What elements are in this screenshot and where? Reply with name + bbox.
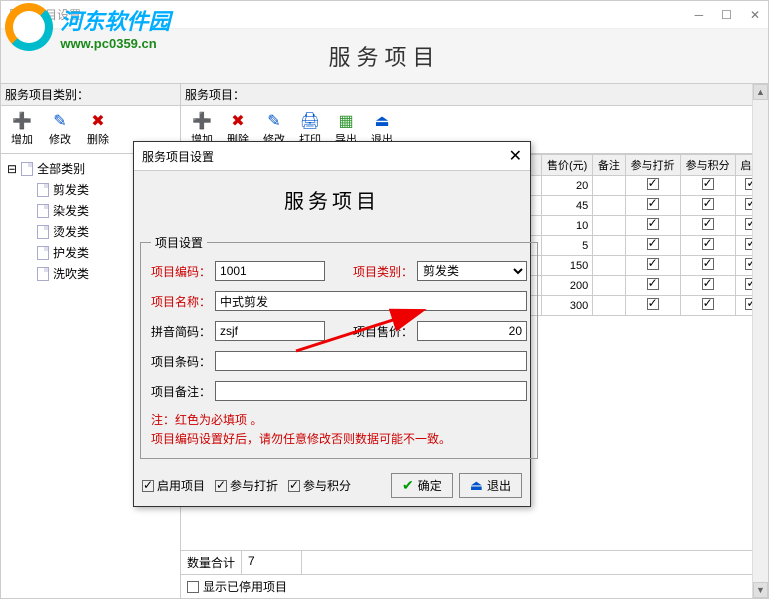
- item-settings-fieldset: 项目设置 项目编码： 项目类别： 剪发类 项目名称： 拼音简码： 项目售价： 项…: [140, 234, 538, 459]
- grid-checkbox[interactable]: [647, 298, 659, 310]
- grid-checkbox[interactable]: [702, 258, 714, 270]
- toolbar-icon: ✖: [89, 112, 107, 130]
- logo-url: www.pc0359.cn: [60, 36, 170, 51]
- toolbar-icon: ✎: [51, 112, 69, 130]
- grid-checkbox[interactable]: [702, 218, 714, 230]
- required-note: 注：红色为必填项 。 项目编码设置好后，请勿任意修改否则数据可能不一致。: [151, 411, 527, 448]
- logo-text: 河东软件园: [60, 4, 170, 36]
- column-header[interactable]: 备注: [593, 155, 625, 176]
- grid-checkbox[interactable]: [702, 178, 714, 190]
- tree-root-label: 全部类别: [37, 160, 85, 177]
- show-disabled-label: 显示已停用项目: [203, 578, 287, 595]
- document-icon: [37, 183, 49, 197]
- toolbar-icon: ➕: [13, 112, 31, 130]
- price-label: 项目售价：: [353, 323, 413, 340]
- document-icon: [37, 204, 49, 218]
- 修改-button[interactable]: ✎修改: [43, 110, 77, 149]
- document-icon: [37, 246, 49, 260]
- toolbar-icon: ➕: [193, 112, 211, 130]
- window-controls: ─ ☐ ✕: [695, 8, 760, 22]
- code-label: 项目编码：: [151, 263, 211, 280]
- 增加-button[interactable]: ➕增加: [5, 110, 39, 149]
- pinyin-input[interactable]: [215, 321, 325, 341]
- document-icon: [37, 225, 49, 239]
- item-settings-dialog: 服务项目设置 ✕ 服务项目 项目设置 项目编码： 项目类别： 剪发类 项目名称：…: [133, 141, 531, 507]
- page-title: 服务项目: [328, 40, 440, 72]
- remark-input[interactable]: [215, 381, 527, 401]
- points-checkbox[interactable]: [288, 480, 300, 492]
- enable-checkbox[interactable]: [142, 480, 154, 492]
- toolbar-icon: ⏏: [373, 112, 391, 130]
- points-label: 参与积分: [303, 477, 351, 494]
- category-panel-label: 服务项目类别：: [1, 84, 180, 106]
- enable-label: 启用项目: [157, 477, 205, 494]
- folder-icon: [21, 162, 33, 176]
- sum-value: 7: [242, 551, 302, 574]
- grid-checkbox[interactable]: [702, 238, 714, 250]
- grid-checkbox[interactable]: [647, 238, 659, 250]
- dialog-titlebar: 服务项目设置 ✕: [134, 142, 530, 171]
- column-header[interactable]: 参与积分: [680, 155, 735, 176]
- logo-icon: [5, 3, 53, 51]
- grid-checkbox[interactable]: [647, 178, 659, 190]
- watermark-logo: 河东软件园 www.pc0359.cn: [5, 3, 170, 51]
- exit-button[interactable]: ⏏退出: [459, 473, 522, 498]
- close-icon[interactable]: ✕: [750, 8, 760, 22]
- price-input[interactable]: [417, 321, 527, 341]
- minimize-icon[interactable]: ─: [695, 8, 704, 22]
- category-select[interactable]: 剪发类: [417, 261, 527, 281]
- scroll-up-icon[interactable]: ▲: [753, 84, 768, 100]
- exit-icon: ⏏: [470, 477, 483, 494]
- grid-checkbox[interactable]: [647, 198, 659, 210]
- fieldset-legend: 项目设置: [151, 234, 207, 251]
- toolbar-icon: ✎: [265, 112, 283, 130]
- dialog-close-icon[interactable]: ✕: [509, 146, 522, 166]
- dialog-buttons: 启用项目 参与打折 参与积分 ✔确定 ⏏退出: [134, 465, 530, 506]
- grid-checkbox[interactable]: [702, 198, 714, 210]
- code-input[interactable]: [215, 261, 325, 281]
- toolbar-icon: ▦: [337, 112, 355, 130]
- scroll-down-icon[interactable]: ▼: [753, 582, 768, 598]
- discount-label: 参与打折: [230, 477, 278, 494]
- toolbar-icon: 🖨: [301, 112, 319, 130]
- barcode-input[interactable]: [215, 351, 527, 371]
- column-header[interactable]: 售价(元): [542, 155, 593, 176]
- sum-label: 数量合计: [181, 551, 242, 574]
- category-label: 项目类别：: [353, 263, 413, 280]
- toolbar-icon: ✖: [229, 112, 247, 130]
- column-header[interactable]: 参与打折: [625, 155, 680, 176]
- document-icon: [37, 267, 49, 281]
- grid-checkbox[interactable]: [647, 278, 659, 290]
- dialog-header: 服务项目: [134, 171, 530, 228]
- items-panel-label: 服务项目：: [181, 84, 768, 106]
- barcode-label: 项目条码：: [151, 353, 211, 370]
- maximize-icon[interactable]: ☐: [721, 8, 732, 22]
- grid-footer: 数量合计 7 显示已停用项目: [181, 550, 768, 598]
- vertical-scrollbar[interactable]: ▲ ▼: [752, 84, 768, 598]
- grid-checkbox[interactable]: [702, 278, 714, 290]
- check-icon: ✔: [402, 477, 414, 494]
- grid-checkbox[interactable]: [647, 258, 659, 270]
- grid-checkbox[interactable]: [702, 298, 714, 310]
- ok-button[interactable]: ✔确定: [391, 473, 453, 498]
- grid-checkbox[interactable]: [647, 218, 659, 230]
- name-input[interactable]: [215, 291, 527, 311]
- remark-label: 项目备注：: [151, 383, 211, 400]
- pinyin-label: 拼音简码：: [151, 323, 211, 340]
- dialog-title: 服务项目设置: [142, 148, 214, 165]
- minus-icon[interactable]: ⊟: [7, 162, 17, 176]
- name-label: 项目名称：: [151, 293, 211, 310]
- 删除-button[interactable]: ✖删除: [81, 110, 115, 149]
- discount-checkbox[interactable]: [215, 480, 227, 492]
- show-disabled-checkbox[interactable]: [187, 581, 199, 593]
